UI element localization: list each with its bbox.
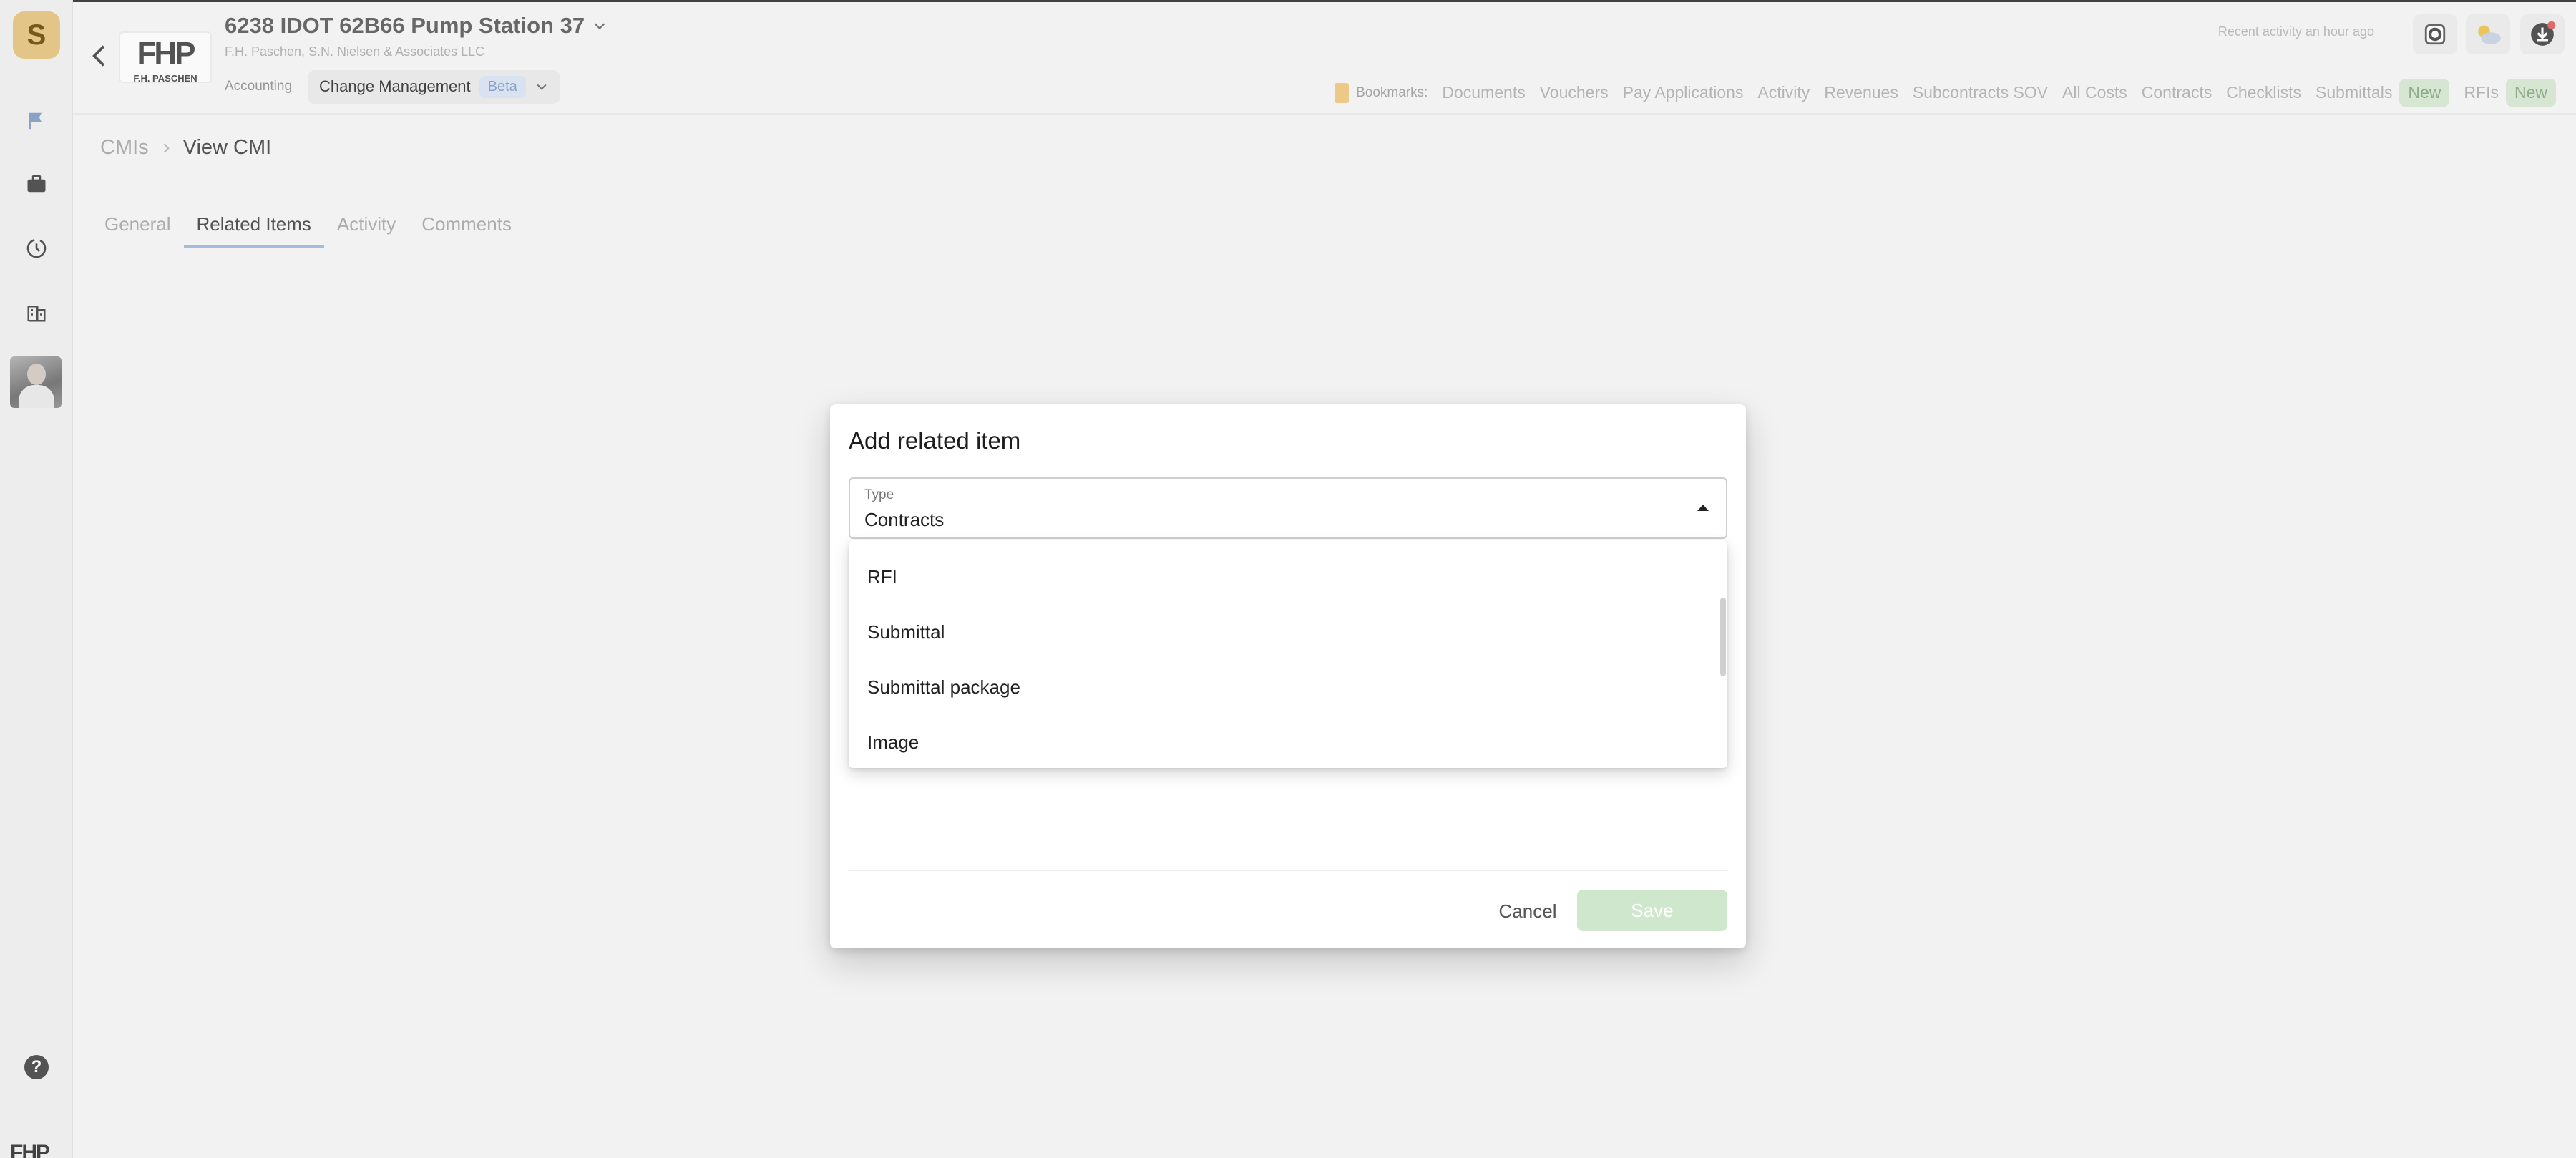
- save-button[interactable]: Save: [1577, 890, 1727, 931]
- caret-up-icon: [1697, 505, 1709, 511]
- menu-item-submittal[interactable]: Submittal: [867, 621, 945, 643]
- add-related-item-dialog: Add related item Type Contracts RFI Subm…: [830, 404, 1746, 948]
- dialog-title: Add related item: [849, 427, 1021, 454]
- type-select[interactable]: Type Contracts: [849, 477, 1727, 539]
- menu-item-rfi[interactable]: RFI: [867, 566, 897, 588]
- menu-item-submittal-package[interactable]: Submittal package: [867, 676, 1020, 699]
- type-label: Type: [864, 487, 894, 502]
- type-value: Contracts: [864, 509, 945, 530]
- dialog-divider: [849, 870, 1727, 871]
- dropdown-scrollbar[interactable]: [1720, 598, 1726, 676]
- menu-item-image[interactable]: Image: [867, 731, 919, 754]
- type-dropdown-menu: RFI Submittal Submittal package Image: [849, 540, 1727, 768]
- cancel-button[interactable]: Cancel: [1488, 891, 1567, 931]
